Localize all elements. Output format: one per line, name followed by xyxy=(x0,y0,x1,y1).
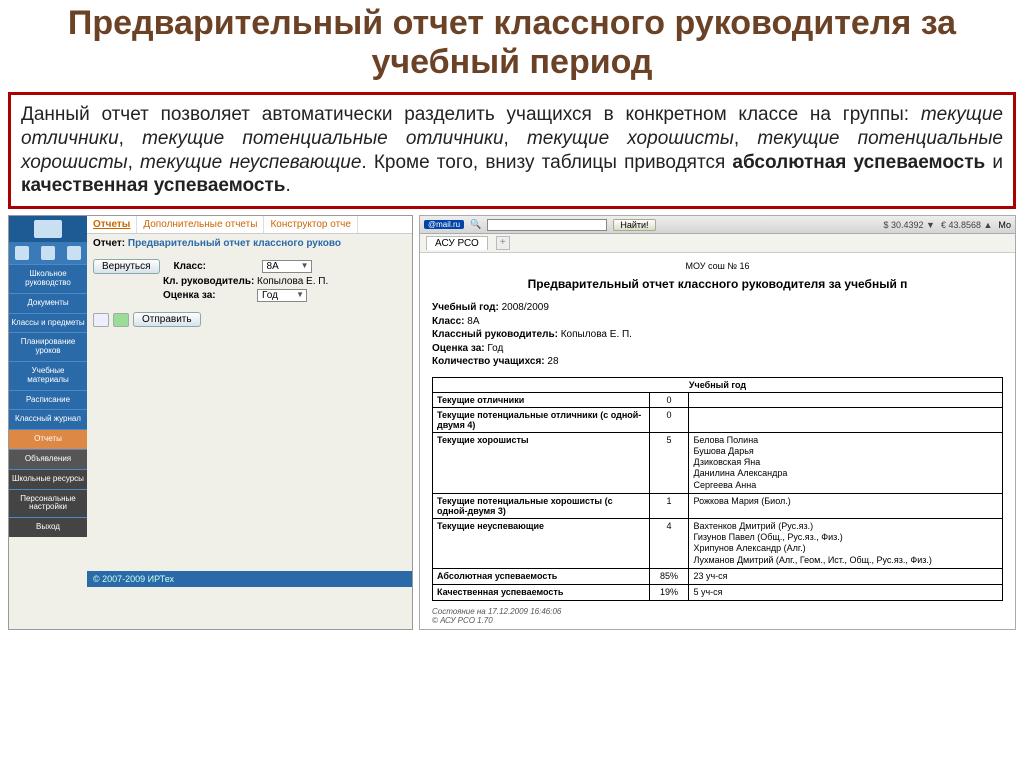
class-select[interactable]: 8А xyxy=(262,260,312,273)
find-button[interactable]: Найти! xyxy=(613,219,655,231)
sidebar-item[interactable]: Отчеты xyxy=(9,429,87,449)
help-icon[interactable] xyxy=(41,246,55,260)
table-row: Текущие неуспевающие4Вахтенков Дмитрий (… xyxy=(433,518,1003,568)
sidebar-item[interactable]: Классный журнал xyxy=(9,409,87,429)
sidebar-item[interactable]: Учебные материалы xyxy=(9,361,87,390)
sidebar: Школьное руководствоДокументыКлассы и пр… xyxy=(9,216,87,537)
sidebar-item[interactable]: Планирование уроков xyxy=(9,332,87,361)
report-footer: Состояние на 17.12.2009 16:46:06 © АСУ Р… xyxy=(432,607,1003,625)
sidebar-item[interactable]: Выход xyxy=(9,517,87,537)
user-icon[interactable] xyxy=(67,246,81,260)
sidebar-item[interactable]: Персональные настройки xyxy=(9,489,87,518)
tab-reports[interactable]: Отчеты xyxy=(87,216,137,233)
report-school: МОУ сош № 16 xyxy=(432,261,1003,271)
table-row: Текущие потенциальные отличники (с одной… xyxy=(433,407,1003,432)
browser-tabstrip: АСУ РСО + xyxy=(420,234,1015,253)
browser-toolbar: @mail.ru 🔍 Найти! $ 30.4392 ▼ € 43.8568 … xyxy=(420,216,1015,234)
period-label: Оценка за: xyxy=(155,290,257,301)
search-input[interactable] xyxy=(487,219,607,231)
table-row: Текущие отличники0 xyxy=(433,392,1003,407)
stock-usd: $ 30.4392 ▼ xyxy=(883,220,934,230)
sidebar-item[interactable]: Документы xyxy=(9,293,87,313)
tabs-bar: Отчеты Дополнительные отчеты Конструктор… xyxy=(87,216,412,234)
envelope-icon xyxy=(34,220,62,238)
sidebar-item[interactable]: Школьные ресурсы xyxy=(9,469,87,489)
report-name-row: Отчет: Предварительный отчет классного р… xyxy=(87,234,412,253)
browser-tab[interactable]: АСУ РСО xyxy=(426,236,488,250)
report-prefix: Отчет: xyxy=(93,238,125,249)
mailru-logo: @mail.ru xyxy=(424,220,464,229)
class-label: Класс: xyxy=(160,261,262,272)
app-panel: Школьное руководствоДокументыКлассы и пр… xyxy=(8,215,413,630)
excel-icon[interactable] xyxy=(113,313,129,327)
toolbar-more: Мо xyxy=(998,220,1011,230)
print-icon[interactable] xyxy=(93,313,109,327)
send-button[interactable]: Отправить xyxy=(133,312,201,327)
sidebar-quick-icons xyxy=(9,242,87,264)
report-meta: Учебный год: 2008/2009 Класс: 8А Классны… xyxy=(432,301,1003,369)
table-row: Текущие потенциальные хорошисты (с одной… xyxy=(433,493,1003,518)
report-panel: @mail.ru 🔍 Найти! $ 30.4392 ▼ € 43.8568 … xyxy=(419,215,1016,630)
sidebar-item[interactable]: Расписание xyxy=(9,390,87,410)
col-header: Учебный год xyxy=(433,377,1003,392)
stock-eur: € 43.8568 ▲ xyxy=(941,220,992,230)
app-footer: © 2007-2009 ИРТех xyxy=(87,571,412,587)
report-name: Предварительный отчет классного руково xyxy=(128,238,341,249)
sidebar-item[interactable]: Объявления xyxy=(9,449,87,469)
teacher-label: Кл. руководитель: xyxy=(155,276,257,287)
tab-extra-reports[interactable]: Дополнительные отчеты xyxy=(137,216,264,233)
home-icon[interactable] xyxy=(15,246,29,260)
tab-constructor[interactable]: Конструктор отче xyxy=(264,216,358,233)
report-title: Предварительный отчет классного руководи… xyxy=(432,277,1003,291)
sidebar-logo xyxy=(9,216,87,242)
slide-title: Предварительный отчет классного руководи… xyxy=(0,0,1024,90)
table-row: Абсолютная успеваемость85%23 уч-ся xyxy=(433,568,1003,584)
back-button[interactable]: Вернуться xyxy=(93,259,160,274)
period-select[interactable]: Год xyxy=(257,289,307,302)
sidebar-item[interactable]: Школьное руководство xyxy=(9,264,87,293)
new-tab-button[interactable]: + xyxy=(496,236,510,250)
teacher-value: Копылова Е. П. xyxy=(257,276,328,287)
sidebar-item[interactable]: Классы и предметы xyxy=(9,313,87,333)
table-row: Текущие хорошисты5Белова ПолинаБушова Да… xyxy=(433,432,1003,493)
table-row: Качественная успеваемость19%5 уч-ся xyxy=(433,585,1003,601)
description-box: Данный отчет позволяет автоматически раз… xyxy=(8,92,1016,209)
report-table: Учебный год Текущие отличники0Текущие по… xyxy=(432,377,1003,602)
